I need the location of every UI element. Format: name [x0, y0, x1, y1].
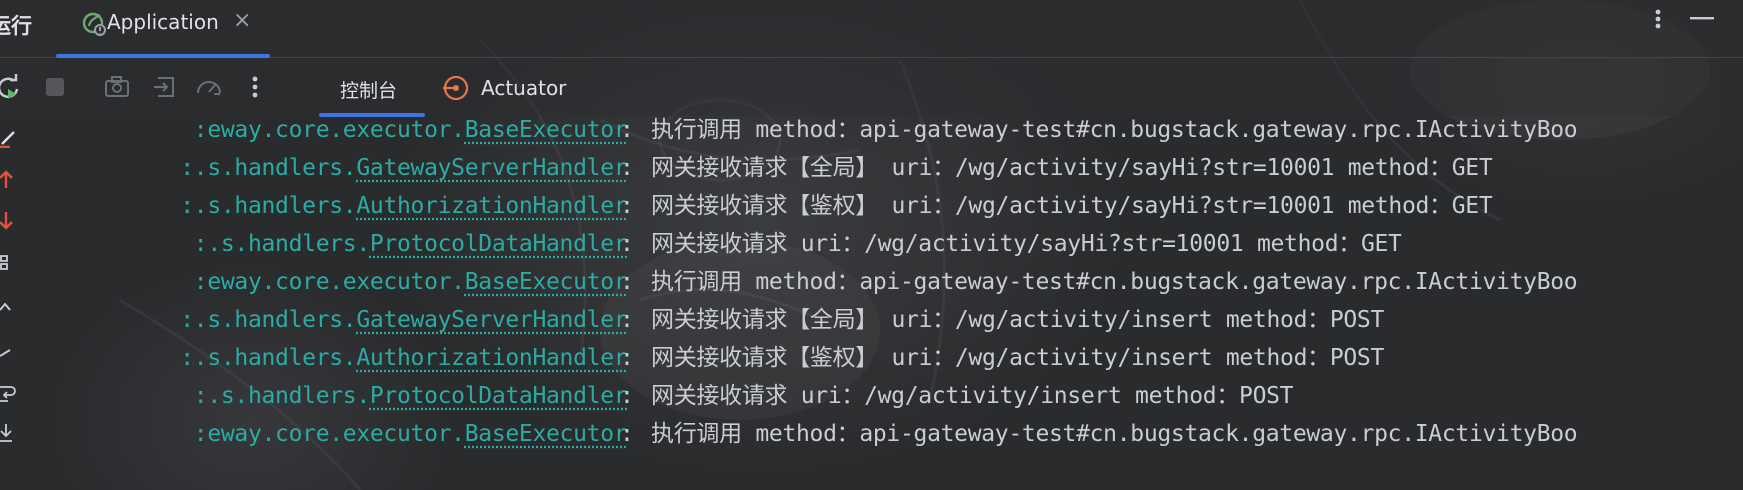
- log-separator: :: [620, 269, 634, 295]
- tab-console[interactable]: 控制台: [340, 76, 397, 103]
- more-vertical-icon[interactable]: [240, 72, 270, 102]
- logger-name: :.s.handlers.ProtocolDataHandler: [115, 378, 628, 414]
- logger-class-link[interactable]: ProtocolDataHandler: [370, 383, 628, 409]
- log-line: :.s.handlers.AuthorizationHandler : 网关接收…: [34, 340, 1743, 380]
- console-output[interactable]: :eway.core.executor.BaseExecutor : 执行调用 …: [34, 116, 1743, 490]
- log-line: :eway.core.executor.BaseExecutor : 执行调用 …: [34, 264, 1743, 304]
- camera-icon[interactable]: [102, 72, 132, 102]
- run-toolbar: 控制台 Actuator: [0, 58, 1743, 117]
- log-line: :eway.core.executor.BaseExecutor : 执行调用 …: [34, 416, 1743, 456]
- log-message: 执行调用 method：api-gateway-test#cn.bugstack…: [651, 117, 1578, 143]
- log-separator: :: [620, 231, 634, 257]
- tab-title: Application: [107, 10, 219, 34]
- logger-name: :.s.handlers.AuthorizationHandler: [115, 340, 627, 376]
- log-message: 网关接收请求 uri：/wg/activity/sayHi?str=10001 …: [651, 231, 1402, 257]
- log-message: 网关接收请求【全局】 uri：/wg/activity/insert metho…: [651, 307, 1385, 333]
- run-panel-label: 运行: [0, 14, 32, 38]
- log-separator: :: [620, 383, 634, 409]
- log-message: 执行调用 method：api-gateway-test#cn.bugstack…: [651, 421, 1578, 447]
- log-separator: :: [620, 155, 634, 181]
- logger-package: :.s.handlers.: [180, 307, 357, 333]
- logger-name: :eway.core.executor.BaseExecutor: [115, 264, 628, 300]
- vertical-dots-icon[interactable]: [1648, 6, 1668, 36]
- close-icon[interactable]: ×: [233, 9, 251, 33]
- log-line: :eway.core.executor.BaseExecutor : 执行调用 …: [34, 116, 1743, 152]
- logger-name: :eway.core.executor.BaseExecutor: [115, 116, 628, 148]
- log-separator: :: [620, 421, 634, 447]
- grid-icon[interactable]: [0, 252, 22, 274]
- logger-class-link[interactable]: BaseExecutor: [465, 421, 628, 447]
- logger-class-link[interactable]: AuthorizationHandler: [356, 345, 627, 371]
- logger-class-link[interactable]: ProtocolDataHandler: [370, 231, 628, 257]
- spring-boot-icon: [82, 12, 106, 36]
- log-message: 网关接收请求【鉴权】 uri：/wg/activity/insert metho…: [651, 345, 1385, 371]
- edit-icon[interactable]: [0, 126, 22, 148]
- log-line: :.s.handlers.AuthorizationHandler : 网关接收…: [34, 188, 1743, 228]
- log-separator: :: [620, 193, 634, 219]
- title-bar: 运行 Application ×: [0, 0, 1743, 58]
- logger-name: :.s.handlers.AuthorizationHandler: [115, 188, 627, 224]
- logger-class-link[interactable]: GatewayServerHandler: [356, 155, 627, 181]
- tab-application[interactable]: Application ×: [56, 0, 270, 58]
- log-separator: :: [620, 117, 634, 143]
- logger-class-link[interactable]: GatewayServerHandler: [356, 307, 627, 333]
- logger-package: :eway.core.executor.: [193, 269, 465, 295]
- scroll-end-icon[interactable]: [0, 422, 22, 444]
- log-message: 网关接收请求 uri：/wg/activity/insert method：PO…: [651, 383, 1294, 409]
- logger-class-link[interactable]: BaseExecutor: [465, 269, 628, 295]
- exit-icon[interactable]: [150, 72, 180, 102]
- dashboard-gauge-icon[interactable]: [194, 72, 224, 102]
- log-line: :.s.handlers.GatewayServerHandler : 网关接收…: [34, 150, 1743, 190]
- tab-actuator[interactable]: Actuator: [481, 76, 566, 100]
- rerun-icon[interactable]: [0, 72, 24, 102]
- minimize-icon[interactable]: [1690, 17, 1714, 21]
- up-arrow-icon[interactable]: [0, 168, 22, 190]
- log-message: 网关接收请求【鉴权】 uri：/wg/activity/sayHi?str=10…: [651, 193, 1493, 219]
- run-tool-window: 运行 Application × 控制台 Actuator:eway.core…: [0, 0, 1743, 490]
- slash-icon[interactable]: [0, 342, 22, 364]
- logger-package: :.s.handlers.: [180, 193, 357, 219]
- logger-package: :eway.core.executor.: [193, 117, 465, 143]
- logger-package: :.s.handlers.: [193, 383, 370, 409]
- logger-class-link[interactable]: BaseExecutor: [465, 117, 628, 143]
- console-side-toolbar: [0, 116, 34, 490]
- log-line: :.s.handlers.GatewayServerHandler : 网关接收…: [34, 302, 1743, 342]
- down-arrow-icon[interactable]: [0, 210, 22, 232]
- logger-package: :.s.handlers.: [180, 155, 357, 181]
- log-message: 网关接收请求【全局】 uri：/wg/activity/sayHi?str=10…: [651, 155, 1493, 181]
- logger-name: :.s.handlers.GatewayServerHandler: [115, 302, 627, 338]
- logger-package: :.s.handlers.: [193, 231, 370, 257]
- logger-name: :.s.handlers.GatewayServerHandler: [115, 150, 627, 186]
- logger-name: :.s.handlers.ProtocolDataHandler: [115, 226, 628, 262]
- logger-package: :.s.handlers.: [180, 345, 357, 371]
- log-line: :.s.handlers.ProtocolDataHandler : 网关接收请…: [34, 378, 1743, 418]
- log-line: :.s.handlers.ProtocolDataHandler : 网关接收请…: [34, 226, 1743, 266]
- log-separator: :: [620, 345, 634, 371]
- chevron-up-icon[interactable]: [0, 296, 22, 318]
- log-message: 执行调用 method：api-gateway-test#cn.bugstack…: [651, 269, 1578, 295]
- actuator-icon: [443, 75, 469, 101]
- logger-class-link[interactable]: AuthorizationHandler: [356, 193, 627, 219]
- logger-name: :eway.core.executor.BaseExecutor: [115, 416, 628, 452]
- logger-package: :eway.core.executor.: [193, 421, 465, 447]
- wrap-icon[interactable]: [0, 382, 22, 404]
- stop-icon[interactable]: [40, 72, 70, 102]
- log-separator: :: [620, 307, 634, 333]
